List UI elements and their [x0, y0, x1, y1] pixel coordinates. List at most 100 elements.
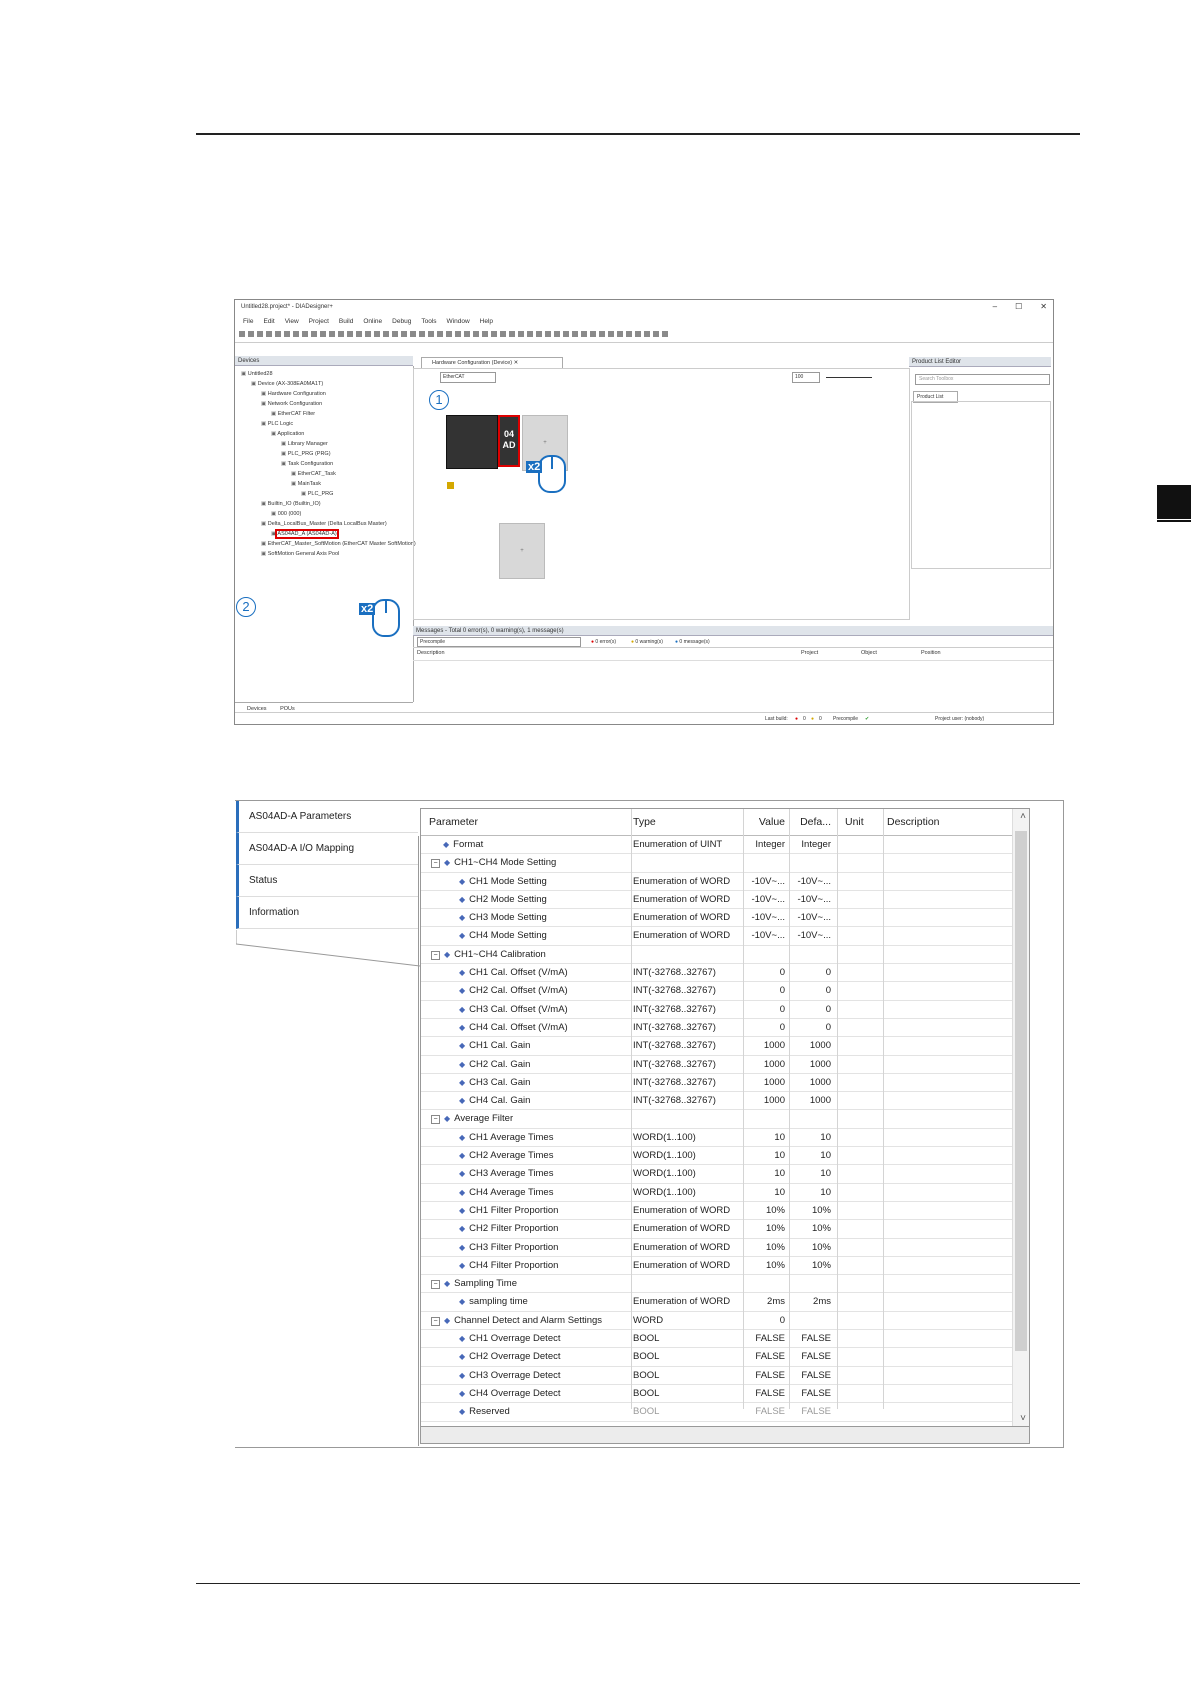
parameter-value[interactable]: 10: [745, 1147, 785, 1164]
toolbar-button-icon[interactable]: [383, 331, 389, 337]
parameter-value[interactable]: 0: [745, 1312, 785, 1329]
menu-item-file[interactable]: File: [243, 318, 253, 325]
table-row[interactable]: ◆ CH3 Filter Proportion Enumeration of WOR…: [421, 1239, 1029, 1257]
device-tree-item[interactable]: ▣ PLC_PRG: [237, 489, 412, 499]
toolbar-button-icon[interactable]: [338, 331, 344, 337]
column-header[interactable]: Value: [745, 809, 785, 835]
table-row[interactable]: ◆ CH4 Filter Proportion Enumeration of WOR…: [421, 1257, 1029, 1276]
parameter-value[interactable]: -10V~...: [745, 891, 785, 908]
table-row[interactable]: ◆ CH1 Cal. Offset (V/mA) INT(-32768..32767…: [421, 964, 1029, 983]
table-row[interactable]: ◆ CH1 Cal. Gain INT(-32768..32767) 1000 1000: [421, 1037, 1029, 1056]
table-row[interactable]: ◆ CH2 Cal. Offset (V/mA) INT(-32768..32767…: [421, 982, 1029, 1001]
toolbar-button-icon[interactable]: [410, 331, 416, 337]
toolbar-button-icon[interactable]: [329, 331, 335, 337]
toolbar-button-icon[interactable]: [581, 331, 587, 337]
device-tree-item[interactable]: ▣ AS04AD_A (AS04AD-A): [237, 529, 412, 539]
device-tree-item[interactable]: ▣ Application: [237, 429, 412, 439]
table-row[interactable]: ◆ CH4 Cal. Offset (V/mA) INT(-32768..32767…: [421, 1019, 1029, 1038]
messages-column-description[interactable]: Description: [417, 650, 445, 656]
toolbar-button-icon[interactable]: [662, 331, 668, 337]
parameter-value[interactable]: FALSE: [745, 1348, 785, 1365]
warnings-filter[interactable]: ● 0 warning(s): [631, 637, 663, 647]
messages-column-object[interactable]: Object: [861, 650, 877, 656]
parameter-value[interactable]: 0: [745, 982, 785, 999]
device-tree-item[interactable]: ▣ Task Configuration: [237, 459, 412, 469]
messages-column-position[interactable]: Position: [921, 650, 941, 656]
toolbar-button-icon[interactable]: [500, 331, 506, 337]
menu-item-online[interactable]: Online: [363, 318, 382, 325]
table-row[interactable]: ◆ CH1 Average Times WORD(1..100) 10 10: [421, 1129, 1029, 1148]
table-row[interactable]: − ◆ Channel Detect and Alarm Settings WORD 0: [421, 1312, 1029, 1331]
device-tree-item[interactable]: ▣ PLC_PRG (PRG): [237, 449, 412, 459]
toolbar-button-icon[interactable]: [293, 331, 299, 337]
scroll-down-icon[interactable]: ˅: [1020, 1413, 1026, 1424]
parameter-value[interactable]: 10: [745, 1165, 785, 1182]
column-header[interactable]: Description: [887, 809, 1007, 835]
toolbar-button-icon[interactable]: [644, 331, 650, 337]
device-tree-item[interactable]: ▣ PLC Logic: [237, 419, 412, 429]
scrollbar-thumb[interactable]: [1015, 831, 1027, 1351]
toolbar-button-icon[interactable]: [464, 331, 470, 337]
table-row[interactable]: ◆ CH3 Mode Setting Enumeration of WORD -10V…: [421, 909, 1029, 928]
parameter-value[interactable]: 0: [745, 1019, 785, 1036]
table-row[interactable]: ◆ CH2 Cal. Gain INT(-32768..32767) 1000 1000: [421, 1056, 1029, 1074]
menu-item-project[interactable]: Project: [309, 318, 329, 325]
editor-tab[interactable]: Information: [236, 897, 418, 929]
menu-item-window[interactable]: Window: [447, 318, 470, 325]
parameter-value[interactable]: 0: [745, 1001, 785, 1018]
device-tree-item[interactable]: ▣ Untitled28: [237, 369, 412, 379]
parameter-value[interactable]: -10V~...: [745, 873, 785, 890]
device-tree-item[interactable]: ▣ Hardware Configuration: [237, 389, 412, 399]
column-header[interactable]: Defa...: [791, 809, 831, 835]
table-row[interactable]: ◆ CH4 Cal. Gain INT(-32768..32767) 1000 1000: [421, 1092, 1029, 1111]
table-row[interactable]: ◆ CH1 Overrage Detect BOOL FALSE FALSE: [421, 1330, 1029, 1349]
parameter-value[interactable]: 10: [745, 1129, 785, 1146]
errors-filter[interactable]: ● 0 error(s): [591, 637, 616, 647]
table-row[interactable]: ◆ sampling time Enumeration of WORD 2ms 2ms: [421, 1293, 1029, 1312]
parameter-value[interactable]: FALSE: [745, 1403, 785, 1420]
parameter-value[interactable]: FALSE: [745, 1367, 785, 1384]
parameter-value[interactable]: FALSE: [745, 1385, 785, 1402]
maximize-icon[interactable]: ☐: [1015, 302, 1022, 311]
menu-item-help[interactable]: Help: [480, 318, 493, 325]
toolbar-button-icon[interactable]: [365, 331, 371, 337]
table-row[interactable]: ◆ CH3 Cal. Offset (V/mA) INT(-32768..32767…: [421, 1001, 1029, 1019]
table-row[interactable]: − ◆ CH1~CH4 Calibration: [421, 946, 1029, 965]
messages-filter[interactable]: ● 0 message(s): [675, 637, 710, 647]
zoom-field[interactable]: 100: [792, 372, 820, 383]
menu-item-debug[interactable]: Debug: [392, 318, 411, 325]
scroll-up-icon[interactable]: ˄: [1020, 811, 1026, 822]
toolbar-button-icon[interactable]: [572, 331, 578, 337]
device-tree-item[interactable]: ▣ EtherCAT Filter: [237, 409, 412, 419]
table-row[interactable]: ◆ CH4 Average Times WORD(1..100) 10 10: [421, 1184, 1029, 1202]
toolbar-button-icon[interactable]: [599, 331, 605, 337]
parameter-value[interactable]: 10%: [745, 1202, 785, 1219]
toolbar-button-icon[interactable]: [374, 331, 380, 337]
table-row[interactable]: ◆ CH2 Filter Proportion Enumeration of WOR…: [421, 1220, 1029, 1239]
toolbar-button-icon[interactable]: [608, 331, 614, 337]
table-row[interactable]: ◆ CH2 Overrage Detect BOOL FALSE FALSE: [421, 1348, 1029, 1367]
table-row[interactable]: − ◆ CH1~CH4 Mode Setting: [421, 854, 1029, 873]
editor-tab[interactable]: Status: [236, 865, 418, 897]
editor-tab[interactable]: AS04AD-A I/O Mapping: [236, 833, 418, 865]
product-search-input[interactable]: Search Toolbox: [915, 374, 1050, 385]
device-tree-item[interactable]: ▣ EtherCAT_Task: [237, 469, 412, 479]
empty-slot-below[interactable]: +: [499, 523, 545, 579]
device-tree-item[interactable]: ▣ Network Configuration: [237, 399, 412, 409]
toolbar-button-icon[interactable]: [635, 331, 641, 337]
parameter-value[interactable]: -10V~...: [745, 927, 785, 944]
toolbar-button-icon[interactable]: [437, 331, 443, 337]
toolbar-button-icon[interactable]: [455, 331, 461, 337]
toolbar-button-icon[interactable]: [392, 331, 398, 337]
toolbar-button-icon[interactable]: [626, 331, 632, 337]
table-row[interactable]: ◆ CH3 Cal. Gain INT(-32768..32767) 1000 1000: [421, 1074, 1029, 1093]
hardware-config-tab[interactable]: Hardware Configuration (Device) ✕: [421, 357, 563, 368]
toolbar-button-icon[interactable]: [248, 331, 254, 337]
collapse-icon[interactable]: −: [431, 1316, 440, 1326]
column-header[interactable]: Parameter: [429, 809, 625, 835]
parameter-value[interactable]: 1000: [745, 1056, 785, 1073]
precompile-select[interactable]: Precompile: [417, 637, 581, 647]
device-tree-item[interactable]: ▣ Builtin_IO (Builtin_IO): [237, 499, 412, 509]
parameter-value[interactable]: -10V~...: [745, 909, 785, 926]
column-header[interactable]: Unit: [845, 809, 881, 835]
